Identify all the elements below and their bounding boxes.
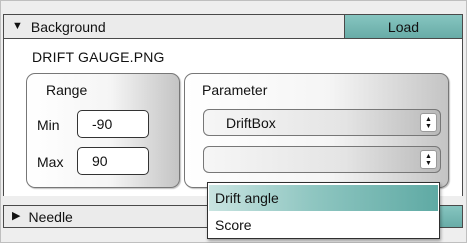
max-label: Max <box>37 154 64 170</box>
needle-section-title: Needle <box>28 208 73 225</box>
parameter-source-select[interactable]: DriftBox ▲ ▼ <box>203 109 441 136</box>
parameter-group-title: Parameter <box>202 82 268 98</box>
min-input[interactable] <box>77 110 149 138</box>
background-section-toggle[interactable]: ▼ Background <box>12 15 106 38</box>
file-name-label: DRIFT GAUGE.PNG <box>32 49 165 65</box>
parameter-source-value: DriftBox <box>226 115 276 131</box>
background-section-title: Background <box>30 18 106 35</box>
editor-panel: ▼ Background Load DRIFT GAUGE.PNG Range … <box>0 0 467 243</box>
range-group-title: Range <box>46 82 88 98</box>
max-input[interactable] <box>77 147 149 175</box>
dropdown-option-drift-angle[interactable]: Drift angle <box>209 185 438 211</box>
parameter-dropdown-menu: Drift angle Score <box>207 182 440 239</box>
select-stepper-icon: ▲ ▼ <box>420 113 437 132</box>
needle-section-toggle[interactable]: ▶ Needle <box>12 206 73 227</box>
triangle-down-icon: ▼ <box>12 20 23 32</box>
range-group: Range Min Max <box>26 73 180 188</box>
background-section-content: DRIFT GAUGE.PNG Range Min Max Parameter … <box>3 39 463 196</box>
parameter-group: Parameter DriftBox ▲ ▼ ▲ ▼ <box>184 73 449 188</box>
parameter-field-select[interactable]: ▲ ▼ <box>203 146 441 173</box>
triangle-right-icon: ▶ <box>12 210 21 222</box>
load-button[interactable]: Load <box>344 15 462 38</box>
background-section-header: ▼ Background Load <box>3 14 463 39</box>
min-label: Min <box>37 117 60 133</box>
dropdown-option-score[interactable]: Score <box>209 212 438 238</box>
select-stepper-icon: ▲ ▼ <box>420 150 437 169</box>
